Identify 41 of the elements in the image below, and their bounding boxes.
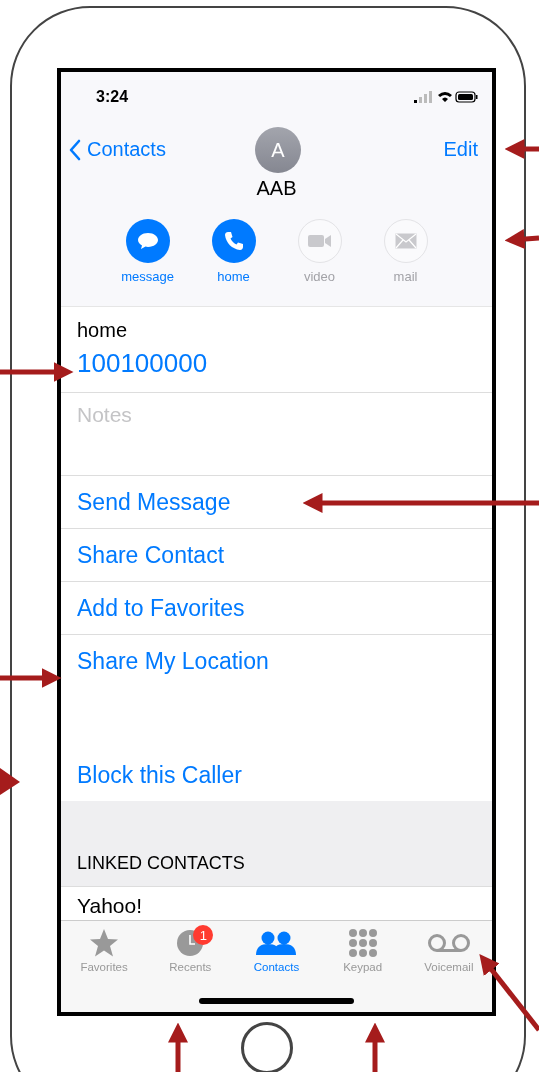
contact-option-link[interactable]: Share My Location: [61, 635, 492, 687]
mail-action-button[interactable]: mail: [373, 219, 438, 284]
battery-icon: [455, 91, 478, 103]
contact-option-link[interactable]: Send Message: [61, 476, 492, 529]
back-link[interactable]: Contacts: [69, 138, 166, 161]
annotation-arrow: [168, 1022, 188, 1072]
status-time: 3:24: [96, 88, 129, 106]
annotation-arrow: [365, 1022, 385, 1072]
video-camera-icon: [297, 219, 342, 263]
notes-field[interactable]: Notes: [77, 403, 377, 427]
contact-name: AAB: [255, 177, 298, 201]
contact-option-link[interactable]: Add to Favorites: [61, 582, 492, 635]
wifi-icon: [438, 92, 452, 102]
star-icon: [89, 927, 120, 959]
tab-button[interactable]: Contacts: [233, 927, 320, 973]
edit-button[interactable]: Edit: [443, 138, 478, 161]
linked-contact-item[interactable]: Yahoo!: [61, 887, 492, 916]
contact-option-link[interactable]: Share Contact: [61, 529, 492, 582]
phone-icon: [211, 219, 256, 263]
section-heading: LINKED CONTACTS: [77, 853, 245, 874]
video-action-button[interactable]: video: [287, 219, 352, 284]
annotation-arrow: [0, 768, 20, 795]
envelope-icon: [383, 219, 428, 263]
annotation-arrow: [504, 229, 539, 250]
signal-icon: [414, 91, 432, 103]
annotation-arrow: [504, 139, 539, 159]
phone-number-link[interactable]: 100100000: [77, 348, 208, 378]
notification-badge: 1: [193, 925, 214, 945]
chevron-left-icon: [69, 138, 81, 161]
block-caller-link[interactable]: Block this Caller: [61, 749, 492, 801]
phone-label: home: [77, 319, 129, 342]
tab-button[interactable]: Voicemail: [405, 927, 492, 973]
speech-bubble-icon: [125, 219, 170, 263]
keypad-icon: [347, 927, 378, 959]
avatar: A: [255, 127, 301, 173]
annotation-arrow: [0, 668, 62, 688]
tab-button[interactable]: 1 Recents: [147, 927, 234, 973]
message-action-button[interactable]: message: [115, 219, 180, 284]
tab-button[interactable]: Keypad: [319, 927, 406, 973]
tab-button[interactable]: Favorites: [61, 927, 148, 973]
phone-action-button[interactable]: home: [201, 219, 266, 284]
